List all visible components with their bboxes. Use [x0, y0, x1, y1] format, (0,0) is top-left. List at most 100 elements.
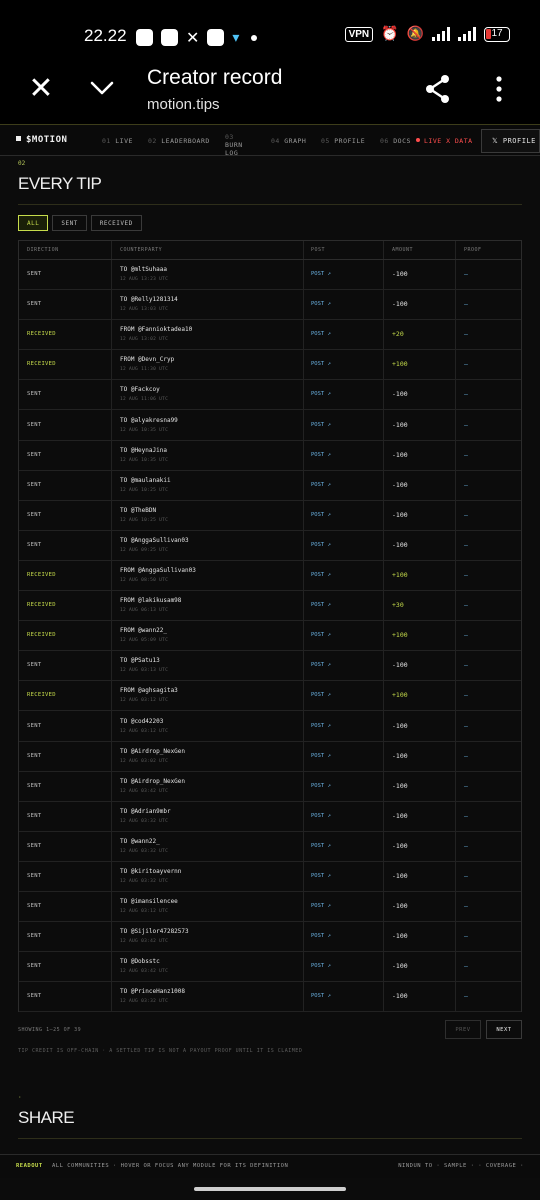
next-button[interactable]: NEXT — [486, 1020, 522, 1039]
nav-item-profile[interactable]: 05 PROFILE — [321, 137, 365, 145]
table-row: SENT TO @wann22_ 12 AUG 03:32 UTC POST ↗ -10… — [19, 832, 521, 862]
counterparty-handle[interactable]: TO @wann22_ — [120, 838, 160, 845]
post-link[interactable]: POST ↗ — [311, 963, 331, 969]
tip-timestamp: 12 AUG 10:25 UTC — [120, 517, 169, 523]
tip-timestamp: 12 AUG 03:02 UTC — [120, 758, 169, 764]
readout-footer: READOUT ALL COMMUNITIES · HOVER OR FOCUS… — [0, 1154, 540, 1178]
counterparty-handle[interactable]: TO @Fackcoy — [120, 386, 160, 393]
post-link[interactable]: POST ↗ — [311, 452, 331, 458]
counterparty-handle[interactable]: FROM @aghsagita3 — [120, 687, 178, 694]
counterparty-handle[interactable]: TO @imansilencee — [120, 898, 178, 905]
post-link[interactable]: POST ↗ — [311, 753, 331, 759]
counterparty-handle[interactable]: FROM @wann22_ — [120, 627, 167, 634]
direction-label: SENT — [27, 481, 42, 488]
status-bar: 22.22 ✕ ▾ VPN ⏰ 🔕 17 — [0, 0, 540, 58]
brand-logo[interactable]: $MOTION — [16, 135, 67, 145]
filter-received[interactable]: RECEIVED — [90, 215, 142, 231]
nav-item-live[interactable]: 01 LIVE — [102, 137, 133, 145]
counterparty-handle[interactable]: TO @Airdrop_NexGen — [120, 778, 185, 785]
tip-timestamp: 12 AUG 08:50 UTC — [120, 578, 169, 583]
filter-all[interactable]: ALL — [18, 215, 49, 231]
post-link[interactable]: POST ↗ — [311, 271, 331, 277]
tip-timestamp: 12 AUG 03:12 UTC — [120, 698, 169, 704]
nav-item-graph[interactable]: 04 GRAPH — [271, 137, 306, 145]
table-row: RECEIVED FROM @wann22_ 12 AUG 05:09 UTC POS… — [19, 621, 521, 652]
readout-label: READOUT — [16, 1163, 43, 1169]
post-link[interactable]: POST ↗ — [311, 813, 331, 819]
post-link[interactable]: POST ↗ — [311, 331, 331, 337]
post-link[interactable]: POST ↗ — [311, 361, 331, 367]
direction-label: RECEIVED — [27, 692, 56, 699]
direction-label: SENT — [27, 662, 42, 669]
chevron-down-icon[interactable] — [88, 74, 116, 102]
counterparty-handle[interactable]: TO @Sijilor47282573 — [120, 928, 189, 935]
amount-value: -100 — [392, 540, 408, 549]
share-icon[interactable] — [424, 74, 452, 104]
post-link[interactable]: POST ↗ — [311, 572, 331, 578]
app-icon — [161, 29, 178, 46]
table-row: SENT TO @maulanakii 12 AUG 10:25 UTC POST ↗… — [19, 471, 521, 501]
post-link[interactable]: POST ↗ — [311, 933, 331, 939]
post-link[interactable]: POST ↗ — [311, 482, 331, 488]
counterparty-handle[interactable]: TO @maulanakii — [120, 477, 171, 484]
amount-value: -100 — [392, 781, 408, 790]
section2-divider — [18, 1138, 522, 1139]
prev-button[interactable]: PREV — [445, 1020, 481, 1039]
counterparty-handle[interactable]: TO @PrinceHanz1008 — [120, 988, 185, 995]
post-link[interactable]: POST ↗ — [311, 422, 331, 428]
gesture-bar[interactable] — [194, 1187, 346, 1191]
post-link[interactable]: POST ↗ — [311, 723, 331, 729]
table-row: SENT TO @alyakresna99 12 AUG 10:35 UTC POST… — [19, 411, 521, 441]
table-row: SENT TO @PrinceHanz1008 12 AUG 03:32 UTC PO… — [19, 982, 521, 1013]
post-link[interactable]: POST ↗ — [311, 632, 331, 638]
amount-value: +100 — [392, 360, 408, 369]
counterparty-handle[interactable]: FROM @Fannioktadea10 — [120, 326, 192, 333]
post-link[interactable]: POST ↗ — [311, 542, 331, 548]
table-row: SENT TO @HeynaJina 12 AUG 10:35 UTC POST ↗ -… — [19, 441, 521, 471]
counterparty-handle[interactable]: FROM @Devn_Cryp — [120, 356, 174, 363]
counterparty-handle[interactable]: TO @Airdrop_NexGen — [120, 748, 185, 755]
filter-sent[interactable]: SENT — [52, 215, 87, 231]
counterparty-handle[interactable]: TO @mltSuhaaa — [120, 266, 167, 273]
counterparty-handle[interactable]: TO @kiritoayvernn — [120, 868, 181, 875]
counterparty-handle[interactable]: TO @Relly1281314 — [120, 296, 178, 303]
counterparty-handle[interactable]: TO @cod42203 — [120, 718, 163, 725]
post-link[interactable]: POST ↗ — [311, 391, 331, 397]
post-link[interactable]: POST ↗ — [311, 662, 331, 668]
counterparty-handle[interactable]: TO @HeynaJina — [120, 447, 167, 454]
more-vert-icon[interactable] — [494, 76, 504, 102]
tip-timestamp: 12 AUG 10:35 UTC — [120, 427, 169, 433]
counterparty-handle[interactable]: TO @Adrian9mbr — [120, 808, 171, 815]
amount-value: -100 — [392, 902, 408, 911]
tip-timestamp: 12 AUG 06:13 UTC — [120, 608, 169, 614]
nav-item-burn-log[interactable]: 03 BURN LOG — [225, 133, 255, 157]
amount-value: +20 — [392, 330, 404, 339]
x-profile-button[interactable]: 𝕏 PROFILE — [481, 129, 540, 153]
post-link[interactable]: POST ↗ — [311, 301, 331, 307]
post-link[interactable]: POST ↗ — [311, 512, 331, 518]
close-icon[interactable]: ✕ — [28, 74, 54, 104]
counterparty-handle[interactable]: TO @PSatu13 — [120, 657, 160, 664]
counterparty-handle[interactable]: FROM @AnggaSullivan03 — [120, 567, 196, 574]
counterparty-handle[interactable]: TO @TheBDN — [120, 507, 156, 514]
page-url[interactable]: motion.tips — [147, 96, 220, 113]
post-link[interactable]: POST ↗ — [311, 692, 331, 698]
post-link[interactable]: POST ↗ — [311, 602, 331, 608]
proof-value: — — [464, 932, 468, 941]
amount-value: -100 — [392, 872, 408, 880]
post-link[interactable]: POST ↗ — [311, 993, 331, 999]
post-link[interactable]: POST ↗ — [311, 903, 331, 909]
nav-item-leaderboard[interactable]: 02 LEADERBOARD — [148, 137, 210, 145]
counterparty-handle[interactable]: TO @alyakresna99 — [120, 417, 178, 424]
counterparty-handle[interactable]: FROM @lakikusam98 — [120, 597, 181, 604]
direction-label: SENT — [27, 782, 42, 789]
post-link[interactable]: POST ↗ — [311, 783, 331, 789]
direction-label: RECEIVED — [27, 572, 56, 578]
nav-item-docs[interactable]: 06 DOCS — [380, 137, 411, 145]
pagination-status: SHOWING 1–25 OF 39 — [18, 1027, 82, 1033]
section-number: 02 — [18, 160, 26, 167]
counterparty-handle[interactable]: TO @Dobsstc — [120, 958, 160, 965]
post-link[interactable]: POST ↗ — [311, 843, 331, 849]
post-link[interactable]: POST ↗ — [311, 873, 331, 879]
counterparty-handle[interactable]: TO @AnggaSullivan03 — [120, 537, 189, 544]
